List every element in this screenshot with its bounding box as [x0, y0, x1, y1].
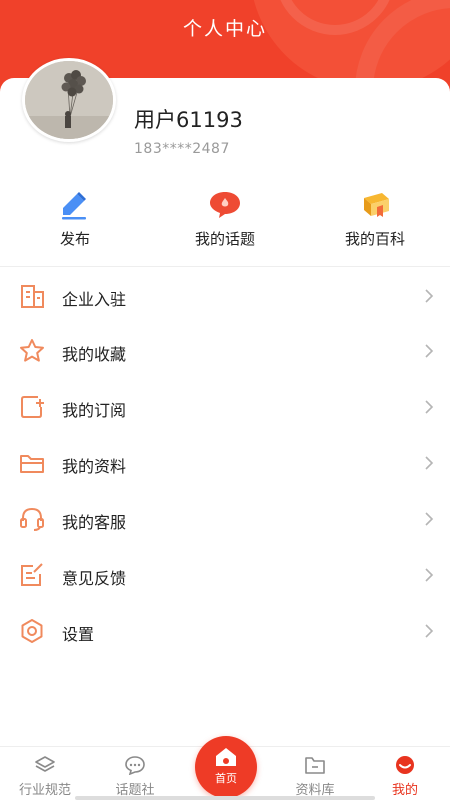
user-phone: 183****2487: [134, 141, 230, 157]
chat-bubble-icon: [210, 192, 240, 218]
menu-item-label: 我的客服: [62, 513, 127, 532]
chevron-right-icon: [425, 456, 434, 470]
gear-icon: [21, 619, 43, 643]
chevron-right-icon: [425, 289, 434, 303]
divider: [0, 266, 450, 267]
headset-icon: [20, 507, 44, 531]
chevron-right-icon: [425, 624, 434, 638]
publish-label: 发布: [59, 230, 90, 248]
menu-item-label: 意见反馈: [62, 569, 127, 588]
menu-item-label: 我的资料: [62, 457, 127, 476]
publish-button[interactable]: 发布: [0, 190, 150, 250]
my-topics-label: 我的话题: [194, 230, 255, 248]
menu-item-label: 我的订阅: [62, 401, 127, 420]
chevron-right-icon: [425, 568, 434, 582]
folder-icon: [20, 455, 44, 473]
menu-item-settings[interactable]: 设置: [0, 603, 450, 659]
book-icon: [364, 193, 389, 217]
chevron-right-icon: [425, 400, 434, 414]
menu-item-feedback[interactable]: 意见反馈: [0, 547, 450, 603]
building-icon: [21, 285, 44, 308]
tab-mine[interactable]: 我的: [360, 747, 450, 800]
profile-icon: [396, 756, 414, 774]
feedback-icon: [21, 563, 43, 586]
star-icon: [20, 339, 44, 362]
tab-label: 首页: [215, 772, 237, 785]
tab-topic-club[interactable]: 话题社: [90, 747, 180, 800]
chevron-right-icon: [425, 344, 434, 358]
subscribe-icon: [21, 396, 44, 418]
menu-item-label: 设置: [62, 625, 95, 644]
menu-item-customer-service[interactable]: 我的客服: [0, 491, 450, 547]
menu-item-favorites[interactable]: 我的收藏: [0, 323, 450, 379]
home-indicator: [75, 796, 375, 800]
tab-home[interactable]: 首页: [195, 736, 257, 798]
menu-item-label: 我的收藏: [62, 345, 127, 364]
tab-library[interactable]: 资料库: [270, 747, 360, 800]
my-encyclopedia-button[interactable]: 我的百科: [300, 190, 450, 250]
menu-item-enterprise[interactable]: 企业入驻: [0, 268, 450, 324]
my-topics-button[interactable]: 我的话题: [150, 190, 300, 250]
folder-icon: [305, 757, 325, 774]
page-title: 个人中心: [182, 18, 267, 40]
chat-icon: [125, 756, 145, 775]
menu-item-label: 企业入驻: [62, 290, 127, 309]
pen-icon: [62, 192, 86, 220]
my-encyclopedia-label: 我的百科: [344, 230, 405, 248]
tab-industry-standards[interactable]: 行业规范: [0, 747, 90, 800]
user-name: 用户61193: [134, 108, 243, 132]
chevron-right-icon: [425, 512, 434, 526]
avatar[interactable]: [22, 58, 116, 142]
menu-item-subscriptions[interactable]: 我的订阅: [0, 379, 450, 435]
home-icon: [216, 748, 236, 766]
layers-icon: [35, 756, 55, 772]
menu-item-materials[interactable]: 我的资料: [0, 435, 450, 491]
